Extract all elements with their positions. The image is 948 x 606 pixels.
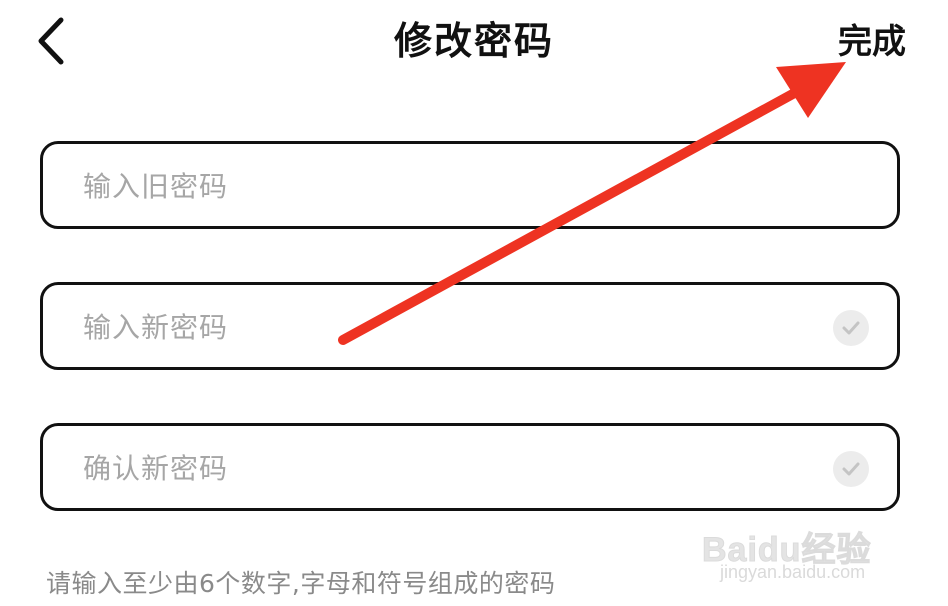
old-password-input[interactable] [81,144,805,228]
watermark-sub-text: jingyan.baidu.com [720,562,866,582]
confirm-password-field[interactable] [40,423,900,511]
check-circle-icon[interactable] [833,451,869,487]
page-title: 修改密码 [393,19,554,63]
watermark-main-text: Baidu经验 [701,531,872,570]
password-hint: 请输入至少由6个数字,字母和符号组成的密码 [46,569,556,598]
new-password-input[interactable] [81,285,805,369]
new-password-field[interactable] [40,282,900,370]
old-password-field[interactable] [40,141,900,229]
done-button[interactable]: 完成 [838,20,906,64]
checkmark-icon [842,321,860,335]
baidu-watermark: Baidu经验 jingyan.baidu.com [701,508,902,588]
check-circle-icon[interactable] [833,310,869,346]
checkmark-icon [842,462,860,476]
top-nav-bar: 修改密码 完成 [0,0,948,88]
confirm-password-input[interactable] [81,426,805,510]
